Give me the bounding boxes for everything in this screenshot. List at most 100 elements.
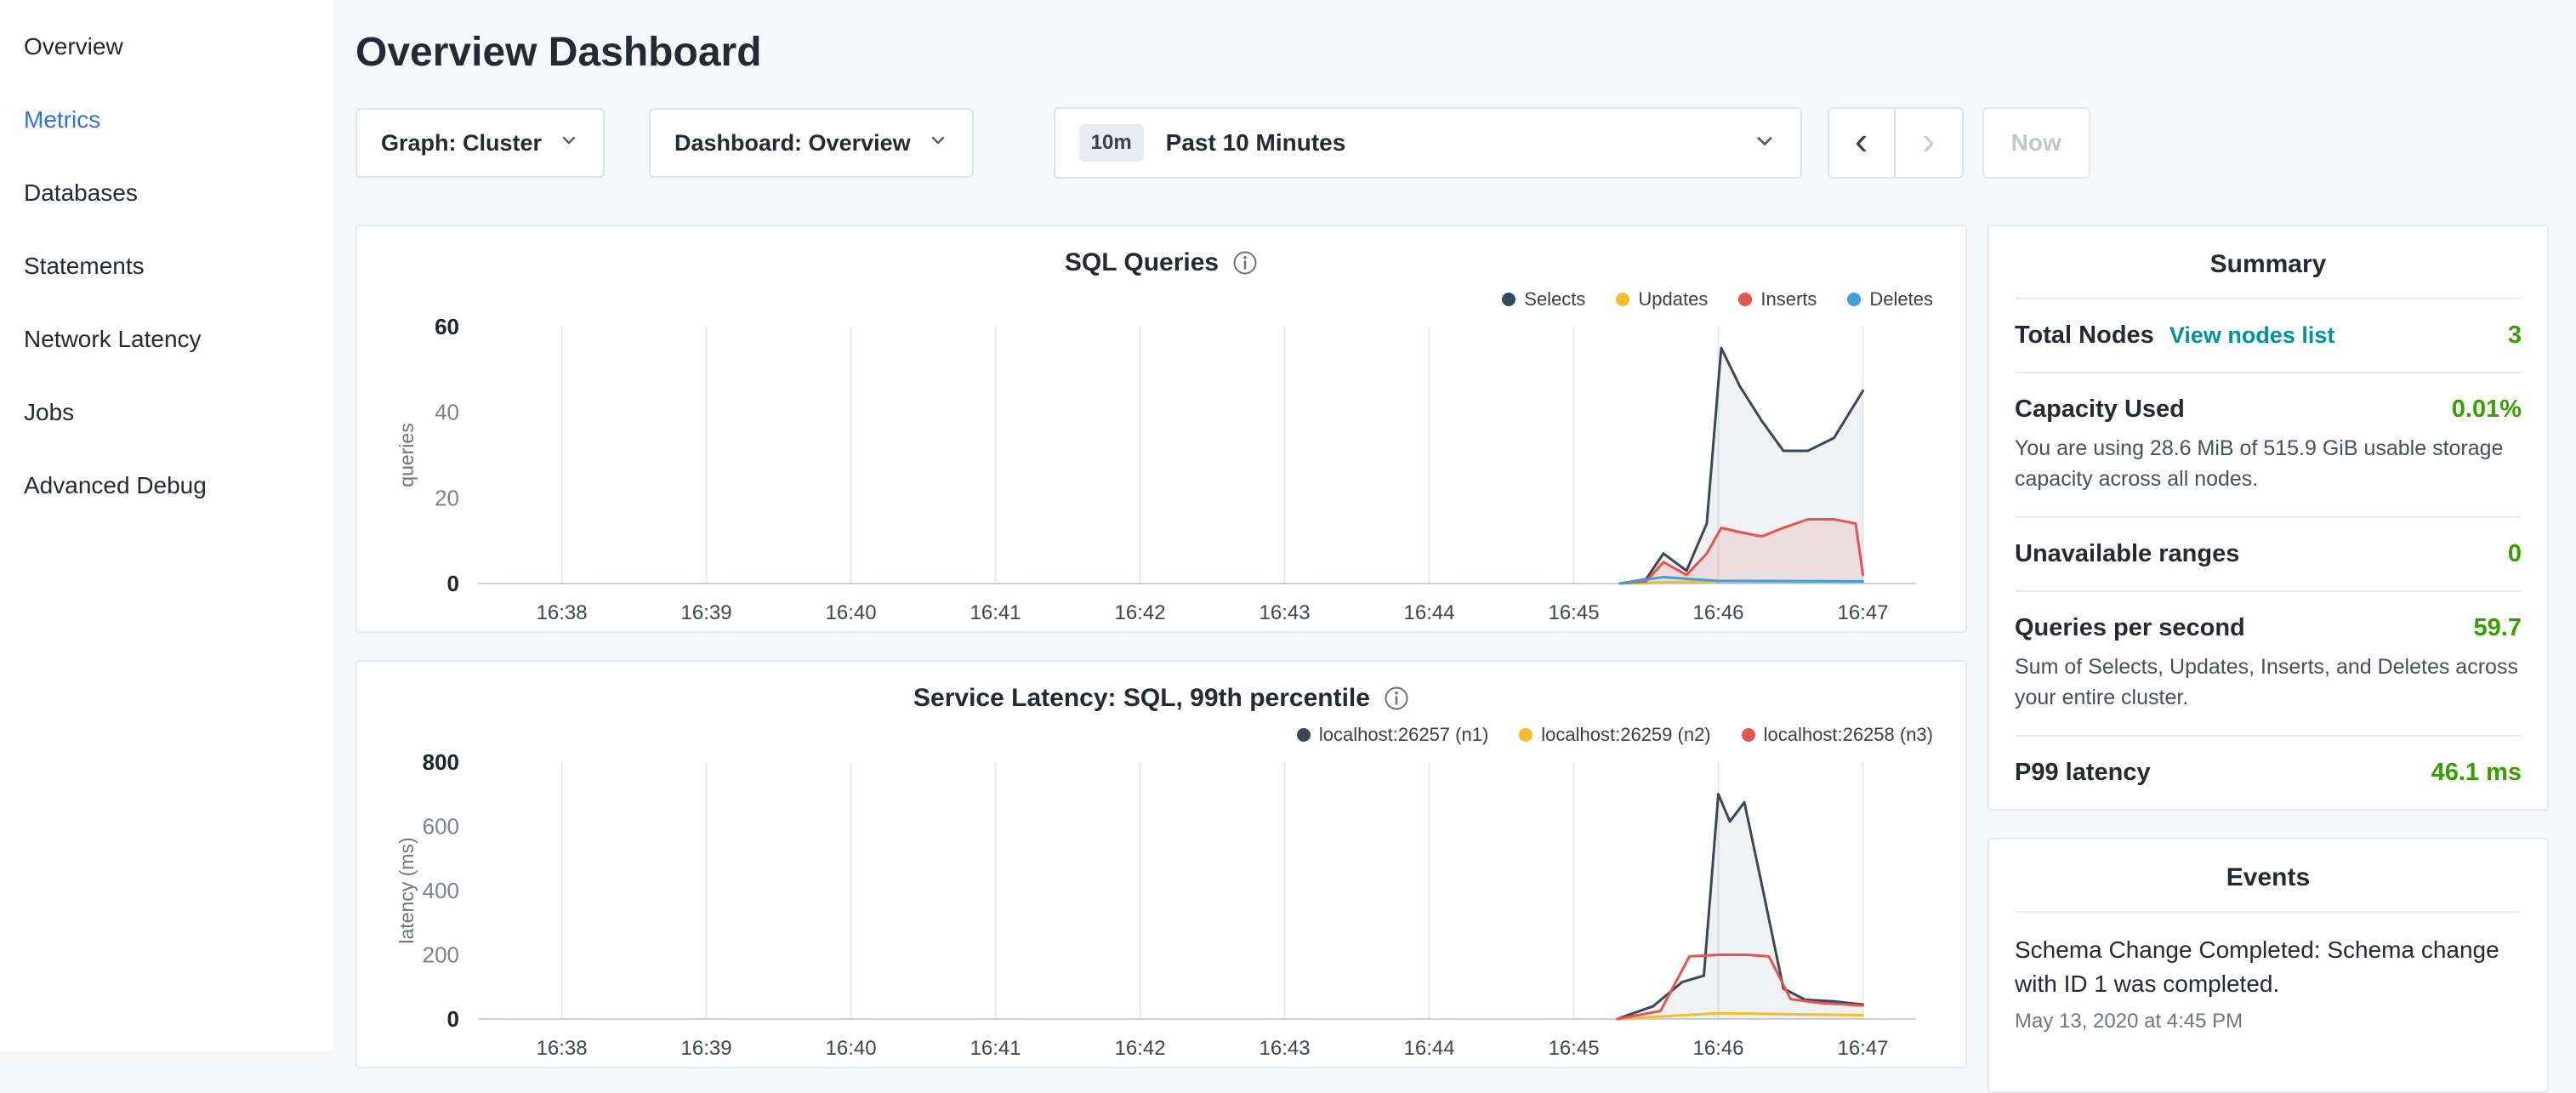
sidebar-item-metrics[interactable]: Metrics [24, 83, 333, 157]
svg-text:16:40: 16:40 [826, 601, 877, 624]
summary-row-value: 59.7 [2474, 614, 2522, 642]
legend-label: Inserts [1760, 288, 1817, 310]
svg-text:16:45: 16:45 [1548, 601, 1599, 624]
legend-label: localhost:26257 (n1) [1319, 724, 1488, 746]
legend-dot [1616, 293, 1629, 306]
legend-item[interactable]: Updates [1616, 288, 1708, 310]
time-range-picker[interactable]: 10m Past 10 Minutes [1054, 107, 1802, 179]
summary-row-value: 0.01% [2452, 396, 2522, 424]
legend-label: localhost:26258 (n3) [1764, 724, 1933, 746]
legend-label: Deletes [1869, 288, 1933, 310]
sidebar-item-jobs[interactable]: Jobs [24, 376, 333, 449]
next-range-button[interactable]: › [1896, 107, 1964, 179]
chevron-down-icon [1753, 129, 1777, 157]
chart-canvas: 16:3816:3916:4016:4116:4216:4316:4416:45… [383, 747, 1940, 1067]
svg-text:16:46: 16:46 [1692, 1037, 1743, 1060]
summary-row-subtext: Sum of Selects, Updates, Inserts, and De… [2015, 652, 2522, 713]
legend-dot [1502, 293, 1515, 306]
svg-text:600: 600 [423, 814, 459, 840]
right-column: Summary Total Nodes View nodes list 3 Ca… [1987, 225, 2549, 1051]
chevron-down-icon [559, 130, 579, 157]
chart-canvas: 16:3816:3916:4016:4116:4216:4316:4416:45… [383, 311, 1940, 631]
svg-text:800: 800 [423, 749, 459, 775]
legend-item[interactable]: Inserts [1738, 288, 1817, 310]
svg-text:16:47: 16:47 [1837, 1037, 1888, 1060]
info-icon[interactable] [1232, 250, 1258, 276]
summary-title: Summary [2015, 226, 2522, 299]
svg-text:200: 200 [423, 942, 459, 968]
toolbar: Graph: Cluster Dashboard: Overview 10m P… [355, 107, 2549, 179]
summary-row-total-nodes: Total Nodes View nodes list 3 [2015, 299, 2522, 373]
sql-queries-chart[interactable]: 16:3816:3916:4016:4116:4216:4316:4416:45… [383, 311, 1940, 631]
service-latency-chart-card: Service Latency: SQL, 99th percentile lo… [355, 660, 1967, 1068]
svg-text:16:44: 16:44 [1404, 601, 1455, 624]
sql-queries-chart-card: SQL Queries Selects Updates Inserts Deletes… [355, 225, 1967, 633]
svg-text:16:38: 16:38 [537, 1037, 588, 1060]
legend-item[interactable]: Selects [1502, 288, 1585, 310]
info-icon[interactable] [1384, 686, 1409, 711]
summary-row-subtext: You are using 28.6 MiB of 515.9 GiB usab… [2015, 434, 2522, 494]
legend-item[interactable]: localhost:26258 (n3) [1742, 724, 1933, 746]
chart-header: SQL Queries [383, 248, 1940, 277]
legend-label: Selects [1524, 288, 1585, 310]
legend-label: localhost:26259 (n2) [1541, 724, 1710, 746]
svg-text:16:42: 16:42 [1115, 1037, 1166, 1060]
svg-text:16:44: 16:44 [1404, 1037, 1455, 1060]
sidebar-item-statements[interactable]: Statements [24, 230, 333, 303]
summary-row-label: Unavailable ranges [2015, 540, 2239, 568]
chart-title: Service Latency: SQL, 99th percentile [913, 684, 1370, 713]
events-panel: Events Schema Change Completed: Schema c… [1987, 838, 2549, 1093]
summary-row-unavailable-ranges: Unavailable ranges 0 [2015, 518, 2522, 592]
sidebar-item-advanced-debug[interactable]: Advanced Debug [24, 449, 333, 522]
svg-text:16:41: 16:41 [970, 601, 1021, 624]
svg-text:20: 20 [435, 485, 459, 510]
svg-text:16:40: 16:40 [826, 1037, 877, 1060]
legend-item[interactable]: localhost:26257 (n1) [1297, 724, 1488, 746]
view-nodes-list-link[interactable]: View nodes list [2169, 322, 2335, 349]
now-button[interactable]: Now [1982, 107, 2090, 179]
summary-row-capacity-used: Capacity Used 0.01% You are using 28.6 M… [2015, 373, 2522, 518]
chevron-left-icon: ‹ [1855, 121, 1868, 160]
now-button-label: Now [2011, 129, 2061, 157]
svg-text:16:38: 16:38 [537, 601, 588, 624]
chart-title: SQL Queries [1065, 248, 1219, 277]
svg-text:16:46: 16:46 [1692, 601, 1743, 624]
legend-label: Updates [1638, 288, 1708, 310]
chart-legend: localhost:26257 (n1) localhost:26259 (n2)… [390, 723, 1933, 747]
svg-text:16:47: 16:47 [1837, 601, 1888, 624]
sidebar-item-network-latency[interactable]: Network Latency [24, 303, 333, 376]
event-item-time: May 13, 2020 at 4:45 PM [2015, 1001, 2522, 1054]
svg-text:latency (ms): latency (ms) [395, 837, 418, 943]
sidebar: Overview Metrics Databases Statements Ne… [0, 0, 333, 1051]
sidebar-item-databases[interactable]: Databases [24, 157, 333, 230]
dashboard-dropdown[interactable]: Dashboard: Overview [649, 108, 974, 178]
legend-dot [1847, 293, 1861, 306]
svg-text:16:42: 16:42 [1115, 601, 1166, 624]
summary-row-value: 0 [2508, 540, 2522, 568]
sidebar-item-overview[interactable]: Overview [24, 10, 333, 83]
summary-row-p99-latency: P99 latency 46.1 ms [2015, 737, 2522, 809]
summary-row-label: Total Nodes [2015, 322, 2154, 350]
svg-text:16:45: 16:45 [1548, 1037, 1599, 1060]
summary-row-label: Queries per second [2015, 614, 2245, 642]
graph-dropdown-label: Graph: Cluster [381, 130, 542, 157]
summary-panel: Summary Total Nodes View nodes list 3 Ca… [1987, 225, 2549, 811]
legend-dot [1519, 728, 1533, 742]
legend-dot [1742, 728, 1755, 742]
main-area: Overview Dashboard Graph: Cluster Dashbo… [333, 0, 2576, 1051]
events-title: Events [2015, 840, 2522, 913]
legend-item[interactable]: Deletes [1847, 288, 1933, 310]
summary-row-queries-per-second: Queries per second 59.7 Sum of Selects, … [2015, 592, 2522, 737]
summary-row-label: Capacity Used [2015, 396, 2185, 424]
svg-text:16:43: 16:43 [1260, 1037, 1311, 1060]
legend-item[interactable]: localhost:26259 (n2) [1519, 724, 1710, 746]
svg-text:60: 60 [435, 314, 459, 339]
content: SQL Queries Selects Updates Inserts Deletes… [355, 225, 2549, 1051]
svg-text:16:39: 16:39 [681, 601, 732, 624]
service-latency-chart[interactable]: 16:3816:3916:4016:4116:4216:4316:4416:45… [383, 747, 1940, 1067]
graph-dropdown[interactable]: Graph: Cluster [355, 108, 605, 178]
svg-text:queries: queries [395, 423, 418, 487]
prev-range-button[interactable]: ‹ [1828, 107, 1896, 179]
legend-dot [1297, 728, 1311, 742]
svg-text:400: 400 [423, 878, 459, 903]
